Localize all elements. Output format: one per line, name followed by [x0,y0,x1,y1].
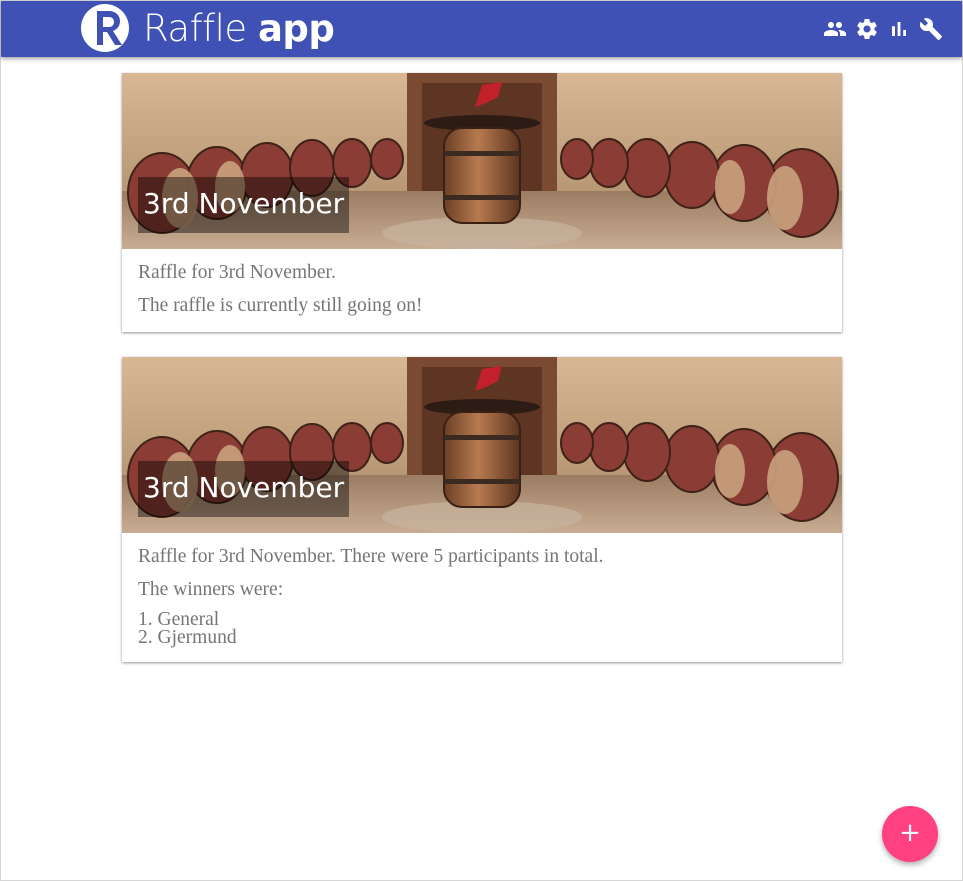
winners-list: 1. General 2. Gjermund [138,609,826,648]
raffle-card-title: 3rd November [138,177,350,233]
raffle-logo-icon [78,2,132,54]
raffle-status: The raffle is currently still going on! [138,295,423,316]
toolbar-actions [823,17,943,41]
raffle-card-image: 3rd November [122,357,842,533]
add-icon: + [899,818,921,848]
logo-text-bold: app [257,7,335,50]
winner-item: 1. General [138,609,220,630]
add-raffle-button[interactable]: + [882,806,938,862]
app-logo-text: Raffle app [143,7,335,51]
raffle-card-body: Raffle for 3rd November. There were 5 pa… [122,533,842,647]
logo-text-light: Raffle [143,7,247,50]
app-bar: Raffle app [1,1,962,57]
people-icon[interactable] [823,17,847,41]
settings-icon[interactable] [855,17,879,41]
raffle-description: Raffle for 3rd November. [138,262,336,283]
raffle-card-title: 3rd November [138,461,350,517]
raffle-card[interactable]: 3rd November Raffle for 3rd November. Th… [122,357,842,662]
wrench-icon[interactable] [919,17,943,41]
raffle-card[interactable]: 3rd November Raffle for 3rd November. Th… [122,73,842,332]
raffle-description: Raffle for 3rd November. There were 5 pa… [138,546,604,567]
raffle-card-body: Raffle for 3rd November. The raffle is c… [122,249,842,318]
winner-item: 2. Gjermund [138,627,237,648]
winners-heading: The winners were: [138,579,284,600]
bar-chart-icon[interactable] [887,17,911,41]
raffle-card-image: 3rd November [122,73,842,249]
